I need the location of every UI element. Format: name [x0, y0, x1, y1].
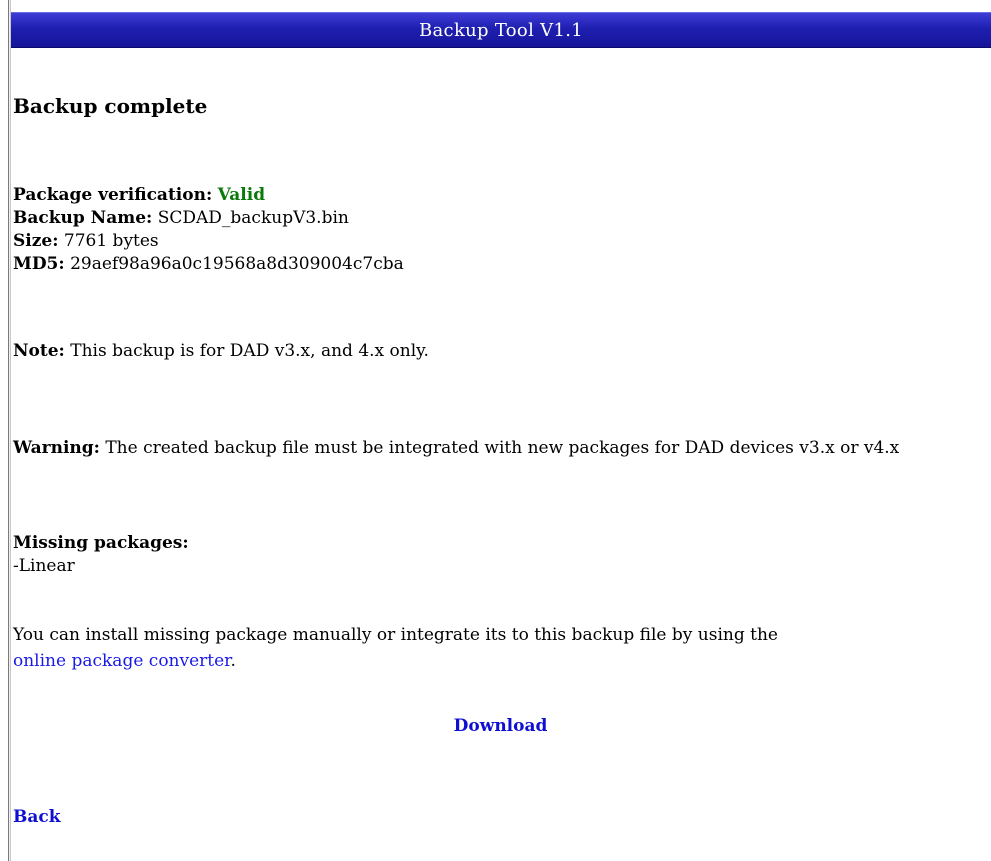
- md5-value: 29aef98a96a0c19568a8d309004c7cba: [70, 254, 404, 274]
- missing-package-item: -Linear: [13, 556, 75, 576]
- window-title: Backup Tool V1.1: [419, 19, 583, 41]
- download-section: Download: [13, 716, 988, 736]
- backup-name-label: Backup Name:: [13, 208, 153, 228]
- note-text: This backup is for DAD v3.x, and 4.x onl…: [70, 341, 429, 361]
- missing-packages-section: Missing packages: -Linear: [13, 532, 189, 578]
- note-label: Note:: [13, 341, 65, 361]
- missing-packages-label: Missing packages:: [13, 533, 189, 553]
- back-link[interactable]: Back: [13, 807, 61, 827]
- verification-row: Package verification: Valid: [13, 184, 404, 207]
- note-paragraph: Note: This backup is for DAD v3.x, and 4…: [13, 340, 429, 363]
- install-suffix: .: [230, 651, 236, 671]
- warning-paragraph: Warning: The created backup file must be…: [13, 436, 978, 461]
- size-row: Size: 7761 bytes: [13, 230, 404, 253]
- backup-name-value: SCDAD_backupV3.bin: [157, 208, 349, 228]
- title-bar: Backup Tool V1.1: [11, 12, 991, 48]
- left-border: [8, 0, 11, 861]
- verification-status: Valid: [217, 185, 266, 205]
- size-label: Size:: [13, 231, 59, 251]
- md5-label: MD5:: [13, 254, 65, 274]
- md5-row: MD5: 29aef98a96a0c19568a8d309004c7cba: [13, 253, 404, 276]
- warning-text: The created backup file must be integrat…: [105, 438, 900, 458]
- warning-label: Warning:: [13, 438, 100, 458]
- app-window: Backup Tool V1.1 Backup complete Package…: [0, 0, 991, 861]
- verification-label: Package verification:: [13, 185, 213, 205]
- online-package-converter-link[interactable]: online package converter: [13, 651, 230, 671]
- install-text: You can install missing package manually…: [13, 625, 778, 645]
- back-section: Back: [13, 807, 61, 827]
- install-paragraph: You can install missing package manually…: [13, 622, 978, 674]
- download-link[interactable]: Download: [454, 716, 548, 736]
- size-value: 7761 bytes: [63, 231, 159, 251]
- page-heading: Backup complete: [13, 94, 208, 118]
- backup-info: Package verification: Valid Backup Name:…: [13, 184, 404, 276]
- backup-name-row: Backup Name: SCDAD_backupV3.bin: [13, 207, 404, 230]
